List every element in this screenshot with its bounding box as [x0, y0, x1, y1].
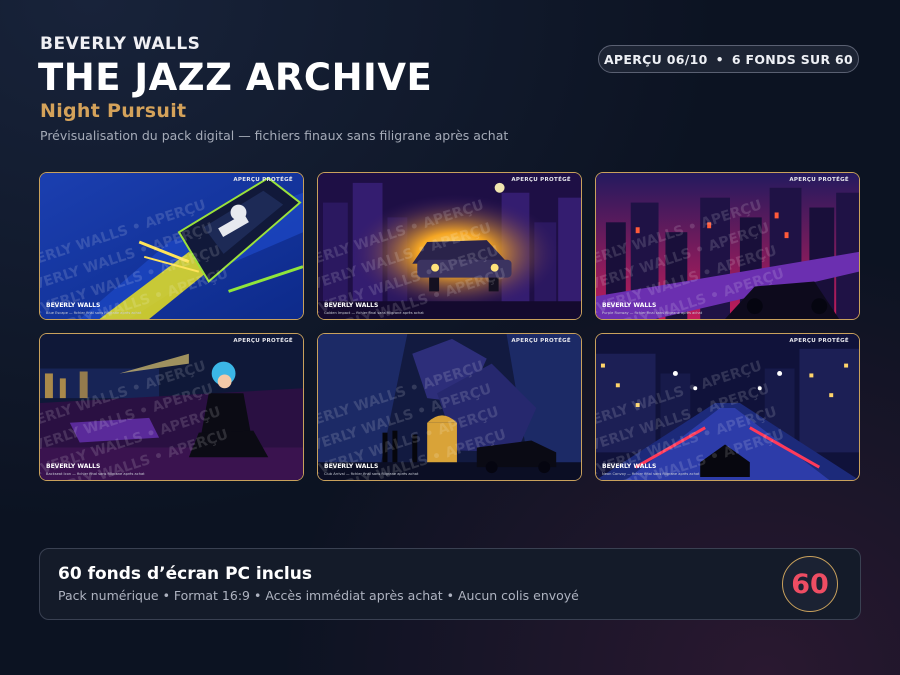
page-description: Prévisualisation du pack digital — fichi…	[40, 128, 509, 143]
protected-label: APERÇU PROTÉGÉ	[789, 338, 849, 344]
card-brand: BEVERLY WALLS	[46, 463, 101, 470]
wallpaper-card[interactable]: BEVERLY WALLS • APERÇU BEVERLY WALLS • AP…	[595, 172, 860, 320]
wallpaper-count-badge: 60	[782, 556, 838, 612]
card-info: Neon Convoy — fichier final sans filigra…	[602, 472, 700, 476]
wallpaper-card[interactable]: BEVERLY WALLS • APERÇU BEVERLY WALLS • AP…	[595, 333, 860, 481]
pack-summary-title: 60 fonds d’écran PC inclus	[58, 564, 312, 584]
card-info: Blue Escape — fichier final sans filigra…	[46, 311, 142, 315]
protected-label: APERÇU PROTÉGÉ	[233, 177, 293, 183]
preview-index: APERÇU 06/10	[603, 51, 708, 67]
pack-summary-details: Pack numérique • Format 16:9 • Accès imm…	[58, 588, 579, 603]
wallpaper-card[interactable]: BEVERLY WALLS • APERÇU BEVERLY WALLS • AP…	[39, 333, 304, 481]
protected-label: APERÇU PROTÉGÉ	[233, 338, 293, 344]
preview-badge: APERÇU 06/10 • 6 FONDS SUR 60	[598, 45, 859, 73]
protected-label: APERÇU PROTÉGÉ	[511, 338, 571, 344]
card-info: Purple Runway — fichier final sans filig…	[602, 311, 703, 315]
card-brand: BEVERLY WALLS	[46, 302, 101, 309]
page-subtitle: Night Pursuit	[40, 100, 187, 122]
brand-label: BEVERLY WALLS	[40, 34, 201, 54]
page-title: THE JAZZ ARCHIVE	[38, 56, 433, 99]
protected-label: APERÇU PROTÉGÉ	[789, 177, 849, 183]
wallpaper-card[interactable]: BEVERLY WALLS • APERÇU BEVERLY WALLS • AP…	[39, 172, 304, 320]
card-brand: BEVERLY WALLS	[602, 463, 657, 470]
protected-label: APERÇU PROTÉGÉ	[511, 177, 571, 183]
wallpaper-grid: BEVERLY WALLS • APERÇU BEVERLY WALLS • AP…	[39, 172, 861, 483]
preview-count: 6 FONDS SUR 60	[731, 51, 854, 67]
card-brand: BEVERLY WALLS	[324, 463, 379, 470]
wallpaper-card[interactable]: BEVERLY WALLS • APERÇU BEVERLY WALLS • AP…	[317, 172, 582, 320]
pack-summary-panel: 60 fonds d’écran PC inclus Pack numériqu…	[39, 548, 861, 620]
card-brand: BEVERLY WALLS	[602, 302, 657, 309]
wallpaper-card[interactable]: BEVERLY WALLS • APERÇU BEVERLY WALLS • AP…	[317, 333, 582, 481]
card-info: Golden Impact — fichier final sans filig…	[324, 311, 424, 315]
card-info: Club Arrival — fichier final sans filigr…	[324, 472, 419, 476]
card-info: Backseat Icon — fichier final sans filig…	[46, 472, 145, 476]
badge-separator: •	[715, 51, 724, 67]
card-brand: BEVERLY WALLS	[324, 302, 379, 309]
